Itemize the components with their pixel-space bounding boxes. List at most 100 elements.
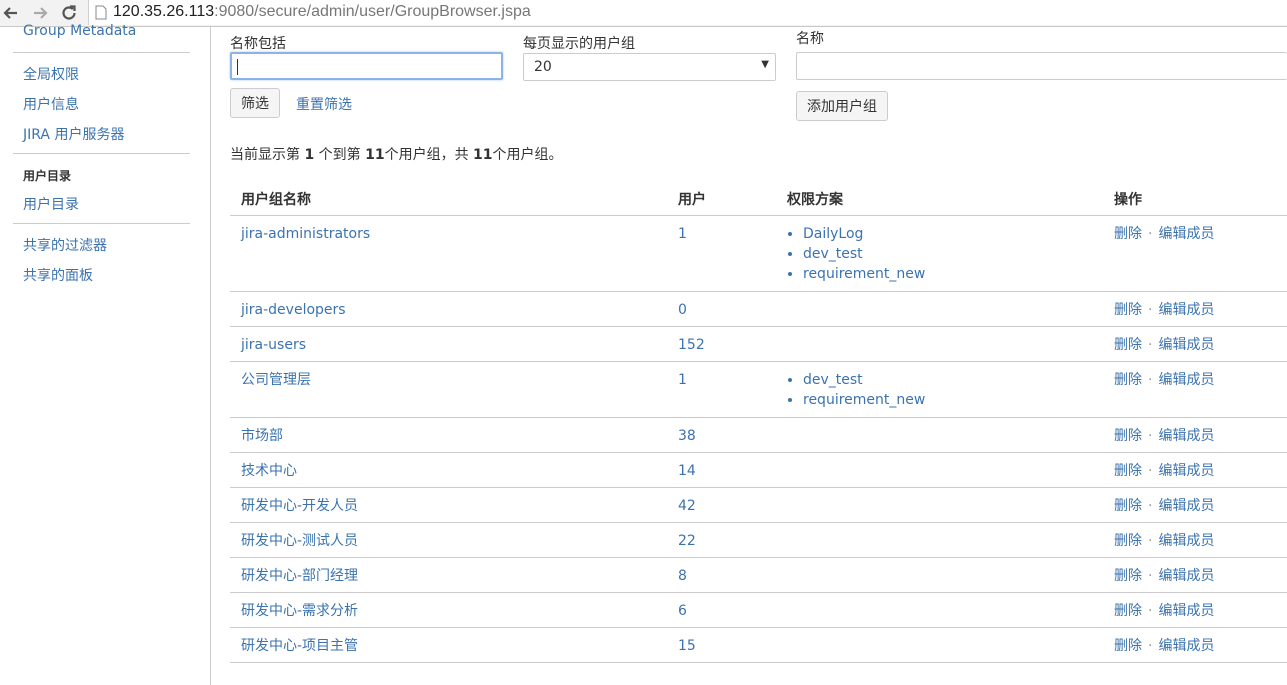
delete-group-link[interactable]: 删除 [1114, 428, 1142, 444]
address-bar[interactable]: 120.35.26.113:9080/secure/admin/user/Gro… [88, 0, 1287, 25]
group-name-link[interactable]: 研发中心-开发人员 [241, 496, 358, 516]
separator-dot: · [1148, 226, 1153, 242]
user-count-link[interactable]: 152 [678, 335, 705, 355]
delete-group-link[interactable]: 删除 [1114, 337, 1142, 353]
group-name-link[interactable]: jira-administrators [241, 224, 370, 244]
delete-group-link[interactable]: 删除 [1114, 638, 1142, 654]
separator-dot: · [1148, 428, 1153, 444]
name-filter-input[interactable] [230, 52, 503, 80]
text-caret [237, 59, 238, 75]
separator-dot: · [1148, 463, 1153, 479]
delete-group-link[interactable]: 删除 [1114, 463, 1142, 479]
user-count-link[interactable]: 1 [678, 370, 687, 390]
user-count-link[interactable]: 8 [678, 566, 687, 586]
row-operations: 删除 · 编辑成员 [1114, 496, 1214, 516]
sidebar-item-user-directories[interactable]: 用户目录 [23, 194, 79, 214]
edit-members-link[interactable]: 编辑成员 [1158, 568, 1214, 584]
edit-members-link[interactable]: 编辑成员 [1158, 337, 1214, 353]
separator-dot: · [1148, 498, 1153, 514]
delete-group-link[interactable]: 删除 [1114, 226, 1142, 242]
separator-dot: · [1148, 302, 1153, 318]
row-operations: 删除 · 编辑成员 [1114, 370, 1214, 390]
table-row: jira-users 152 删除 · 编辑成员 [230, 327, 1287, 362]
sidebar-divider [13, 52, 190, 53]
edit-members-link[interactable]: 编辑成员 [1158, 638, 1214, 654]
page-icon [95, 5, 107, 20]
pagination-summary: 当前显示第 1 个到第 11个用户组，共 11个用户组。 [230, 147, 563, 163]
user-count-link[interactable]: 38 [678, 426, 696, 446]
user-count-link[interactable]: 0 [678, 300, 687, 320]
group-name-link[interactable]: 研发中心-需求分析 [241, 601, 358, 621]
group-name-link[interactable]: 研发中心-测试人员 [241, 531, 358, 551]
separator-dot: · [1148, 337, 1153, 353]
delete-group-link[interactable]: 删除 [1114, 568, 1142, 584]
edit-members-link[interactable]: 编辑成员 [1158, 428, 1214, 444]
group-table: 用户组名称 用户 权限方案 操作 jira-administrators 1 Dai… [230, 177, 1287, 663]
permission-scheme-list: DailyLogdev_testrequirement_new [787, 224, 925, 284]
permission-scheme-link[interactable]: dev_test [803, 370, 925, 390]
group-name-link[interactable]: 技术中心 [241, 461, 297, 481]
delete-group-link[interactable]: 删除 [1114, 372, 1142, 388]
header-group-name: 用户组名称 [241, 192, 311, 208]
group-name-link[interactable]: jira-users [241, 335, 306, 355]
table-row: 研发中心-部门经理 8 删除 · 编辑成员 [230, 558, 1287, 593]
group-name-link[interactable]: 市场部 [241, 426, 283, 446]
reload-icon[interactable] [58, 2, 80, 24]
sidebar-item-jira-user-server[interactable]: JIRA 用户服务器 [23, 124, 124, 144]
user-count-link[interactable]: 42 [678, 496, 696, 516]
separator-dot: · [1148, 638, 1153, 654]
group-name-link[interactable]: 研发中心-部门经理 [241, 566, 358, 586]
edit-members-link[interactable]: 编辑成员 [1158, 372, 1214, 388]
edit-members-link[interactable]: 编辑成员 [1158, 302, 1214, 318]
user-count-link[interactable]: 1 [678, 224, 687, 244]
table-row: 技术中心 14 删除 · 编辑成员 [230, 453, 1287, 488]
sidebar-item-user-info[interactable]: 用户信息 [23, 94, 79, 114]
browser-toolbar: 120.35.26.113:9080/secure/admin/user/Gro… [0, 0, 1287, 27]
back-icon[interactable] [0, 2, 22, 24]
edit-members-link[interactable]: 编辑成员 [1158, 463, 1214, 479]
delete-group-link[interactable]: 删除 [1114, 533, 1142, 549]
permission-scheme-link[interactable]: requirement_new [803, 390, 925, 410]
user-count-link[interactable]: 14 [678, 461, 696, 481]
edit-members-link[interactable]: 编辑成员 [1158, 498, 1214, 514]
edit-members-link[interactable]: 编辑成员 [1158, 603, 1214, 619]
group-name-link[interactable]: jira-developers [241, 300, 346, 320]
forward-icon[interactable] [29, 2, 51, 24]
add-group-button[interactable]: 添加用户组 [796, 91, 888, 121]
url-text: 120.35.26.113:9080/secure/admin/user/Gro… [113, 3, 531, 20]
table-row: 市场部 38 删除 · 编辑成员 [230, 418, 1287, 453]
sidebar-item-shared-filters[interactable]: 共享的过滤器 [23, 235, 107, 255]
permission-scheme-link[interactable]: dev_test [803, 244, 925, 264]
delete-group-link[interactable]: 删除 [1114, 498, 1142, 514]
user-count-link[interactable]: 6 [678, 601, 687, 621]
header-operations: 操作 [1114, 192, 1142, 208]
permission-scheme-link[interactable]: requirement_new [803, 264, 925, 284]
group-name-link[interactable]: 公司管理层 [241, 370, 311, 390]
reset-filter-link[interactable]: 重置筛选 [296, 94, 352, 114]
sidebar-item-shared-dashboards[interactable]: 共享的面板 [23, 265, 93, 285]
edit-members-link[interactable]: 编辑成员 [1158, 226, 1214, 242]
sidebar-divider [13, 223, 190, 224]
filter-button[interactable]: 筛选 [230, 88, 280, 118]
header-users: 用户 [678, 192, 706, 208]
table-row: 研发中心-项目主管 15 删除 · 编辑成员 [230, 628, 1287, 663]
delete-group-link[interactable]: 删除 [1114, 302, 1142, 318]
group-name-link[interactable]: 研发中心-项目主管 [241, 636, 358, 656]
user-count-link[interactable]: 15 [678, 636, 696, 656]
add-group-name-input[interactable] [796, 52, 1287, 80]
edit-members-link[interactable]: 编辑成员 [1158, 533, 1214, 549]
permission-scheme-list: dev_testrequirement_new [787, 370, 925, 410]
sidebar-divider [13, 153, 190, 154]
delete-group-link[interactable]: 删除 [1114, 603, 1142, 619]
per-page-select[interactable]: 20 ▼ [523, 53, 776, 81]
table-row: 研发中心-测试人员 22 删除 · 编辑成员 [230, 523, 1287, 558]
user-count-link[interactable]: 22 [678, 531, 696, 551]
row-operations: 删除 · 编辑成员 [1114, 224, 1214, 244]
header-permission-schemes: 权限方案 [787, 192, 843, 208]
row-operations: 删除 · 编辑成员 [1114, 335, 1214, 355]
sidebar-item-group-metadata[interactable]: Group Metadata [23, 23, 136, 39]
row-operations: 删除 · 编辑成员 [1114, 461, 1214, 481]
sidebar-item-global-permissions[interactable]: 全局权限 [23, 64, 79, 84]
permission-scheme-link[interactable]: DailyLog [803, 224, 925, 244]
row-operations: 删除 · 编辑成员 [1114, 566, 1214, 586]
